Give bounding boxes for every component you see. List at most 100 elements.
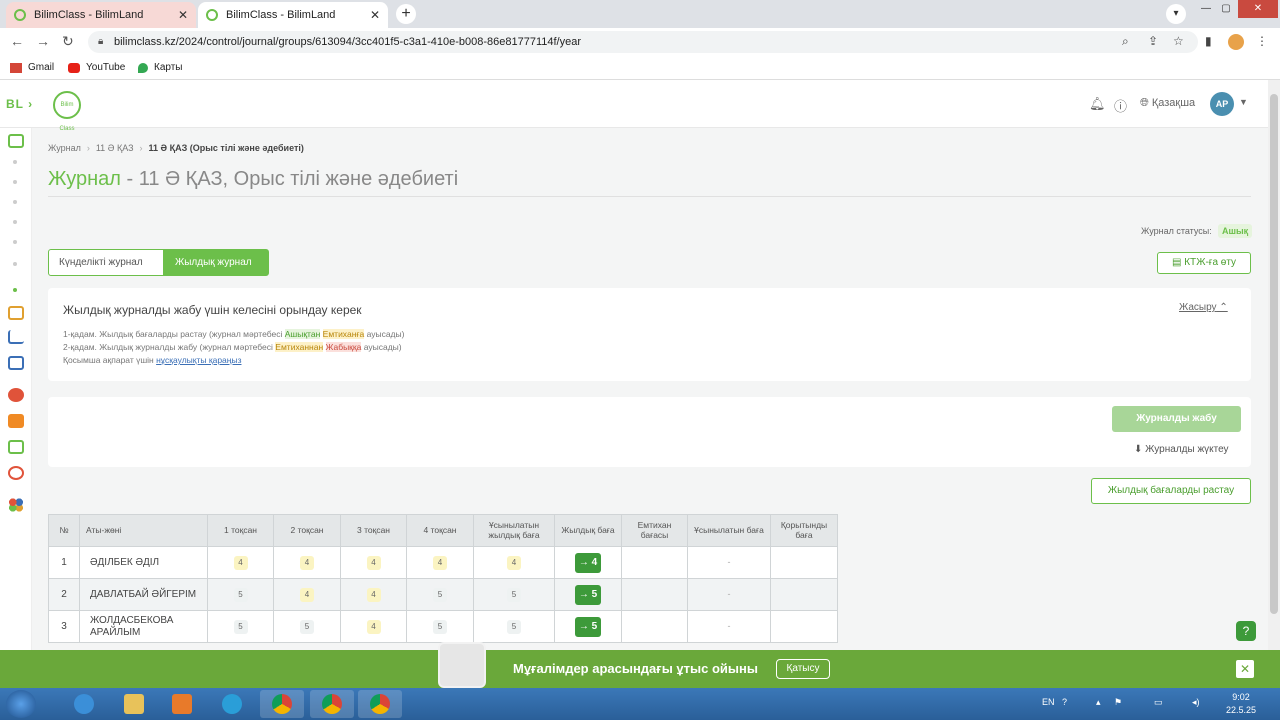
breadcrumb-class[interactable]: 11 Ә ҚАЗ — [96, 143, 134, 153]
cell-exam[interactable] — [621, 546, 688, 579]
back-icon[interactable]: ← — [10, 33, 24, 49]
hide-button[interactable]: Жасыру ⌃ — [1179, 302, 1228, 313]
browser-tab-2[interactable]: BilimClass - BilimLand ✕ — [198, 2, 388, 28]
taskbar-chrome-3[interactable] — [358, 690, 402, 718]
browser-tab-1[interactable]: BilimClass - BilimLand ✕ — [6, 2, 196, 28]
scrollbar-thumb[interactable] — [1270, 94, 1278, 614]
tab-yearly-journal[interactable]: Жылдық журнал — [164, 249, 269, 276]
language-indicator[interactable]: EN — [1042, 697, 1055, 707]
col-header-year: Жылдық баға — [554, 514, 622, 547]
cell-final[interactable] — [770, 578, 838, 611]
cell-q1: 5 — [207, 578, 274, 611]
approve-grades-button[interactable]: Жылдық бағаларды растау — [1091, 478, 1251, 504]
menu-dots-icon[interactable]: ⋮ — [1256, 34, 1268, 48]
breadcrumb: Журнал › 11 Ә ҚАЗ › 11 Ә ҚАЗ (Орыс тілі және… — [48, 143, 304, 153]
tray-expand-icon[interactable]: ▴ — [1096, 697, 1101, 708]
download-label: Журналды жүктеу — [1145, 444, 1229, 455]
close-journal-button[interactable]: Журналды жабу — [1112, 406, 1241, 432]
sidebar-dot[interactable] — [13, 262, 17, 266]
help-icon[interactable]: ⓘ — [1114, 96, 1127, 115]
promo-close-icon[interactable]: ✕ — [1236, 660, 1254, 678]
page-scrollbar[interactable] — [1268, 80, 1280, 650]
tab-search-icon[interactable]: ▾ — [1166, 4, 1186, 24]
taskbar-media[interactable] — [160, 690, 204, 718]
edge-icon — [222, 694, 242, 714]
id-card-icon[interactable] — [8, 440, 24, 454]
bell-icon[interactable]: 🔔︎ — [1089, 96, 1106, 112]
sidebar-dot[interactable] — [13, 240, 17, 244]
tray-flag-icon[interactable]: ⚑ — [1114, 697, 1122, 708]
instructions-link[interactable]: нұсқаулықты қараңыз — [156, 355, 241, 365]
sidebar-dot[interactable] — [13, 180, 17, 184]
sidebar-dot-active[interactable] — [13, 288, 17, 292]
grade-chip: 4 — [366, 619, 381, 634]
instructions-title: Жылдық журналды жабу үшін келесіні орынд… — [63, 303, 362, 317]
download-journal-button[interactable]: ⬇ Журналды жүктеу — [1134, 444, 1229, 455]
chart-icon[interactable] — [8, 306, 24, 320]
bookmark-star-icon[interactable]: ☆ — [1173, 34, 1184, 48]
col-header-name[interactable]: Аты-жөні — [79, 514, 208, 547]
tray-help-icon[interactable]: ? — [1062, 697, 1067, 707]
bookmark-youtube[interactable]: YouTube — [68, 62, 125, 73]
step-text: 1-қадам. Жылдық бағаларды растау (журнал… — [63, 329, 285, 339]
sidebar-dot[interactable] — [13, 220, 17, 224]
grade-chip: 5 — [507, 587, 521, 602]
forward-icon[interactable]: → — [36, 33, 50, 49]
year-grade-button[interactable]: → 4 — [575, 552, 601, 573]
col-header-q2: 2 тоқсан — [273, 514, 341, 547]
taskbar-clock[interactable]: 9:02 22.5.25 — [1226, 691, 1256, 717]
year-grade-button[interactable]: → 5 — [575, 616, 601, 637]
cell-exam[interactable] — [621, 578, 688, 611]
sidebar-dot[interactable] — [13, 200, 17, 204]
tab-daily-journal[interactable]: Күнделікті журнал — [48, 249, 164, 276]
tray-network-icon[interactable]: ▭ — [1154, 697, 1163, 708]
tab-close-icon[interactable]: ✕ — [178, 8, 188, 22]
taskbar-explorer[interactable] — [112, 690, 156, 718]
grade-chip: 4 — [366, 587, 381, 602]
taskbar-edge[interactable] — [210, 690, 254, 718]
help-chat-button[interactable]: ? — [1236, 621, 1256, 641]
ktzh-button[interactable]: ▤ КТЖ-ға өту — [1157, 252, 1251, 274]
tray-volume-icon[interactable]: ◂) — [1192, 697, 1200, 708]
zoom-icon[interactable]: ⌕ — [1122, 34, 1129, 49]
language-selector[interactable]: 🌐︎ Қазақша — [1140, 97, 1195, 110]
cell-exam[interactable] — [621, 610, 688, 643]
col-header-recommended-year: Ұсынылатын жылдық баға — [473, 514, 555, 547]
cell-final[interactable] — [770, 610, 838, 643]
new-tab-button[interactable]: + — [396, 4, 416, 24]
stats-icon[interactable] — [8, 330, 24, 344]
question-icon[interactable] — [8, 466, 24, 480]
bilimclass-favicon-icon — [14, 9, 26, 21]
tab-close-icon[interactable]: ✕ — [370, 8, 380, 22]
taskbar-chrome-1[interactable] — [260, 690, 304, 718]
profile-icon[interactable] — [1228, 34, 1244, 50]
bl-logo[interactable]: BL › — [6, 97, 33, 111]
grade-chip: 4 — [233, 555, 248, 570]
k-icon[interactable] — [8, 414, 24, 428]
clock-date: 22.5.25 — [1226, 705, 1257, 715]
start-button[interactable] — [6, 690, 36, 718]
minimize-icon[interactable]: — — [1196, 0, 1216, 18]
url-field[interactable]: 🔒︎ bilimclass.kz/2024/control/journal/gr… — [88, 31, 1198, 53]
bookmark-maps[interactable]: Карты — [138, 62, 183, 73]
apps-grid-icon[interactable] — [8, 498, 24, 512]
taskbar-chrome-2[interactable] — [310, 690, 354, 718]
bookmark-gmail[interactable]: Gmail — [10, 62, 54, 73]
reload-icon[interactable]: ↻ — [62, 33, 74, 50]
monitor-icon[interactable] — [8, 134, 24, 148]
maximize-icon[interactable]: ▢ — [1216, 0, 1236, 18]
avatar[interactable]: АР — [1210, 92, 1234, 116]
bilimclass-logo[interactable]: Bilim Class — [53, 91, 81, 132]
participate-button[interactable]: Қатысу — [776, 659, 830, 679]
year-grade-button[interactable]: → 5 — [575, 584, 601, 605]
sidepanel-icon[interactable]: ▮ — [1205, 34, 1212, 48]
chevron-down-icon[interactable]: ▼ — [1239, 97, 1248, 107]
app-icon-red[interactable] — [8, 388, 24, 402]
window-close-icon[interactable]: ✕ — [1238, 0, 1278, 18]
breadcrumb-journal[interactable]: Журнал — [48, 143, 81, 153]
table-icon[interactable] — [8, 356, 24, 370]
taskbar-ie[interactable] — [62, 690, 106, 718]
sidebar-dot[interactable] — [13, 160, 17, 164]
cell-final[interactable] — [770, 546, 838, 579]
share-icon[interactable]: ⇪ — [1148, 34, 1158, 48]
